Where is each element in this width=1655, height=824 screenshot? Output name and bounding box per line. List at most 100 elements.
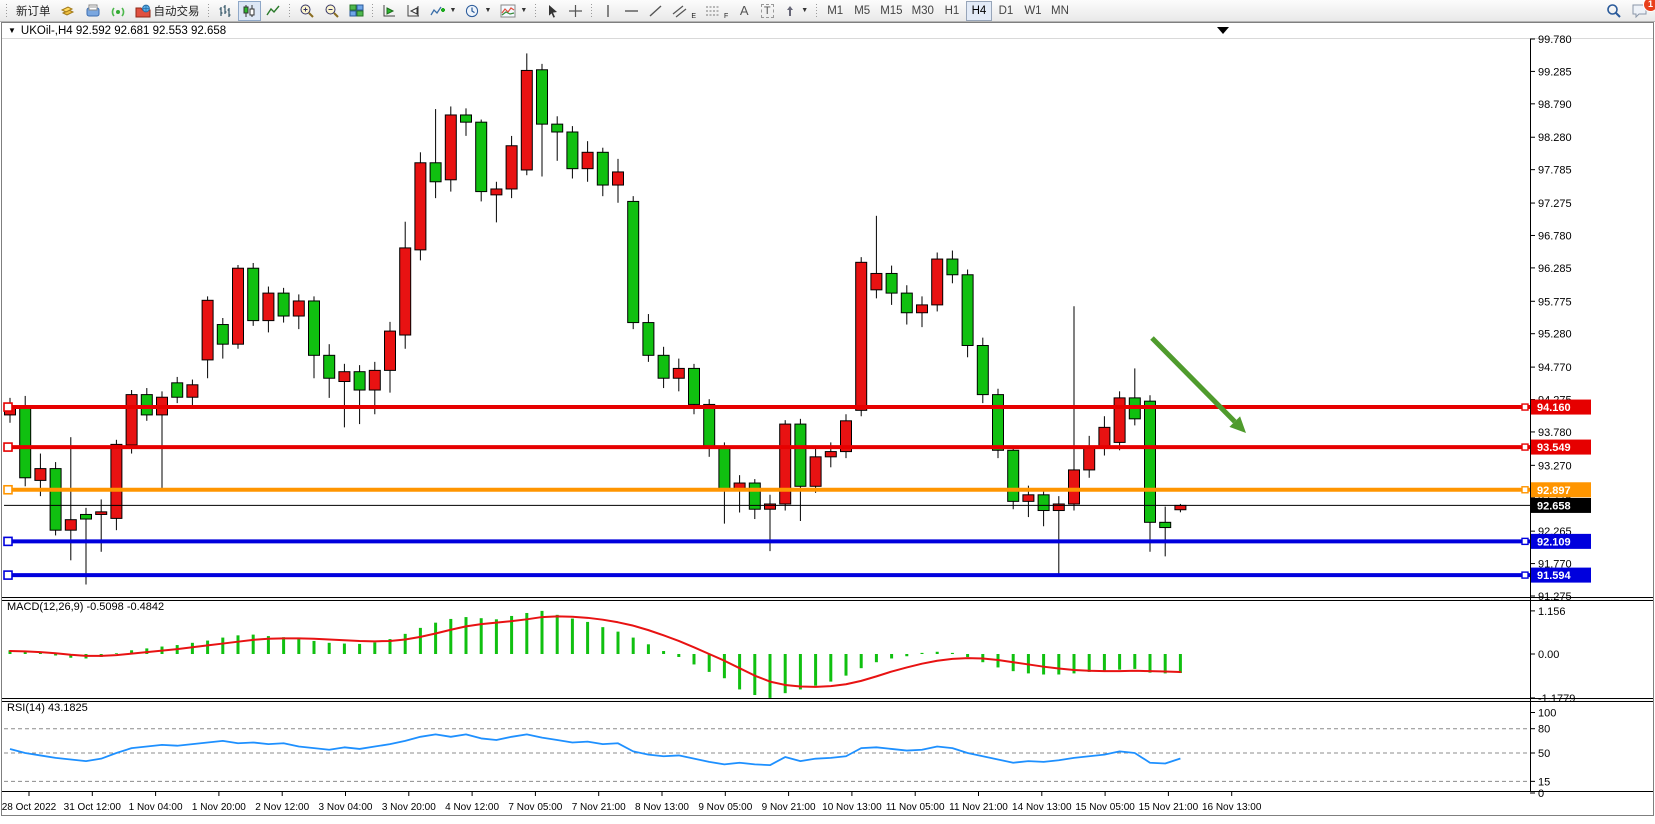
autotrading-label: 自动交易 [154,3,200,19]
price-level-badge-label: 92.658 [1537,500,1571,512]
tf-w1-button[interactable]: W1 [1020,1,1046,21]
time-tick-label: 4 Nov 12:00 [445,802,499,813]
trendline-tool-button[interactable] [644,1,667,21]
rsi-tick-label: 0 [1538,788,1544,800]
line-handle[interactable] [4,403,12,411]
candle [856,262,867,410]
reports-button[interactable] [81,1,105,21]
candle [202,300,213,360]
candle [172,383,183,397]
text-label-tool-button[interactable]: T [756,1,778,21]
chart-shift-icon [406,4,421,18]
signals-button[interactable] [106,1,130,21]
cursor-tool-button[interactable] [541,1,563,21]
crosshair-tool-button[interactable] [564,1,587,21]
toolbar-grip[interactable] [288,3,292,19]
price-tick-label: 97.785 [1538,165,1572,177]
candle [309,301,320,355]
candlestick-chart-icon [242,4,257,18]
line-handle[interactable] [4,443,12,451]
auto-scroll-button[interactable] [378,1,401,21]
candle [217,325,228,345]
tf-d1-button[interactable]: D1 [993,1,1019,21]
fibonacci-icon [705,4,721,18]
shapes-tool-button[interactable]: ▼ [779,1,812,21]
candle [506,146,517,189]
candle [567,132,578,169]
symbol-ohlc-readout: UKOil-,H4 92.592 92.681 92.553 92.658 [21,25,226,37]
toolbar-grip[interactable] [371,3,375,19]
candle [1038,495,1049,511]
toolbar-grip[interactable] [534,3,538,19]
chart-shift-button[interactable] [402,1,425,21]
zoom-out-button[interactable] [320,1,344,21]
text-tool-button[interactable]: A [733,1,755,21]
toolbar-grip[interactable] [5,3,9,19]
autotrading-button[interactable]: 自动交易 [131,1,204,21]
gold-bars-icon [60,4,76,18]
price-tick-label: 93.780 [1538,427,1572,439]
candle [111,444,122,518]
candle [917,305,928,313]
chart-menu-triangle-icon[interactable]: ▼ [8,27,16,35]
tf-mn-button[interactable]: MN [1047,1,1073,21]
zoom-in-button[interactable] [295,1,319,21]
time-tick-label: 8 Nov 13:00 [635,802,689,813]
line-handle[interactable] [4,537,12,545]
candle [278,293,289,316]
templates-button[interactable]: ▼ [496,1,531,21]
clock-icon [465,4,480,18]
search-button[interactable] [1602,1,1626,21]
tf-m5-button[interactable]: M5 [849,1,875,21]
time-tick-label: 31 Oct 12:00 [64,802,122,813]
tf-h4-button[interactable]: H4 [966,1,992,21]
shapes-icon [783,4,797,18]
candle [993,395,1004,451]
candle [430,163,441,182]
gold-button[interactable] [56,1,80,21]
candle [537,70,548,124]
line-handle[interactable] [4,571,12,579]
candle [50,469,61,531]
candle [673,368,684,378]
toolbar-grip[interactable] [815,3,819,19]
chart-title: ▼ UKOil-,H4 92.592 92.681 92.553 92.658 [8,25,226,37]
bar-chart-type-button[interactable] [214,1,237,21]
tf-h1-button[interactable]: H1 [939,1,965,21]
periods-button[interactable]: ▼ [461,1,495,21]
tf-m1-button[interactable]: M1 [822,1,848,21]
chevron-down-icon: ▼ [520,7,527,14]
candle [1160,522,1171,527]
tile-windows-button[interactable] [345,1,368,21]
zoom-in-icon [299,3,315,18]
horizontal-line-tool-button[interactable] [620,1,643,21]
line-chart-type-button[interactable] [262,1,285,21]
toolbar-grip[interactable] [207,3,211,19]
search-icon [1606,3,1622,18]
indicators-button[interactable]: ▼ [426,1,461,21]
chart-canvas[interactable]: 99.78099.28598.79098.28097.78597.27596.7… [0,0,1655,824]
fibonacci-tool-button[interactable]: F [701,1,732,21]
time-tick-label: 1 Nov 04:00 [129,802,183,813]
fibo-suffix: F [724,13,728,20]
time-tick-label: 9 Nov 21:00 [762,802,816,813]
vertical-line-tool-button[interactable] [597,1,619,21]
candle [886,273,897,293]
tf-m30-button[interactable]: M30 [908,1,938,21]
tile-windows-icon [349,4,364,18]
line-handle[interactable] [4,486,12,494]
new-order-button[interactable]: 新订单 [12,1,55,21]
price-tick-label: 96.285 [1538,263,1572,275]
toolbar-grip[interactable] [590,3,594,19]
candlestick-chart-type-button[interactable] [238,1,261,21]
candle [1069,470,1080,504]
candle [1084,447,1095,470]
macd-tick-label: 0.00 [1538,649,1559,661]
main-toolbar: 新订单 自动交易 ▼ ▼ [0,0,1655,22]
tf-m15-button[interactable]: M15 [876,1,906,21]
report-icon [85,4,101,18]
candle [81,514,92,519]
auto-scroll-icon [382,4,397,18]
channel-tool-button[interactable]: E [668,1,700,21]
candle [1023,495,1034,502]
